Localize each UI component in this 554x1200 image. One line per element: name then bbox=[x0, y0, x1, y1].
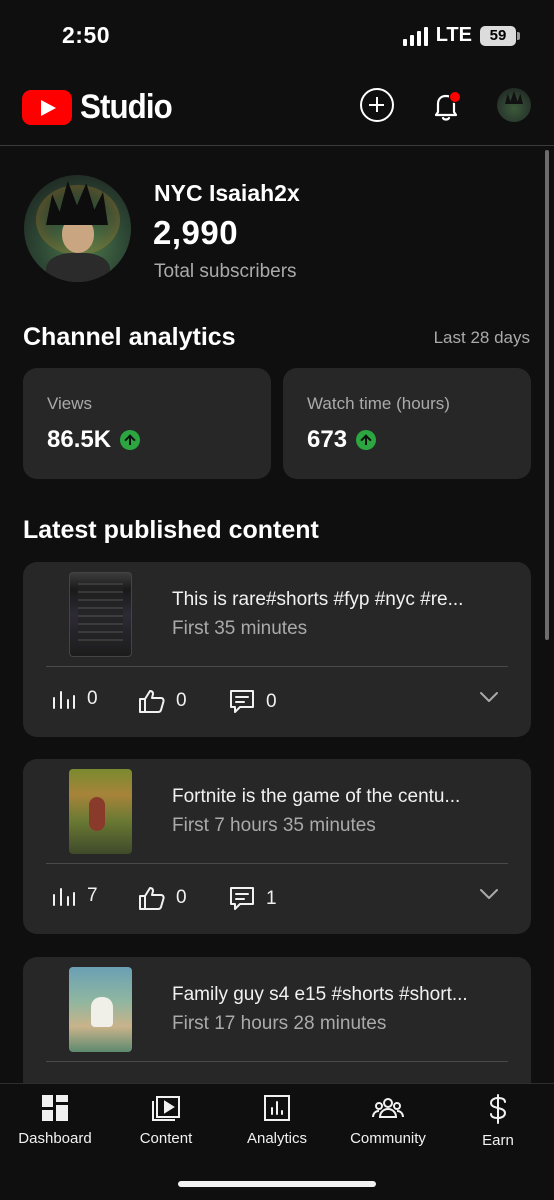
nav-label: Community bbox=[350, 1130, 426, 1147]
channel-avatar[interactable] bbox=[24, 175, 131, 282]
divider bbox=[46, 1061, 508, 1062]
comments-count: 1 bbox=[266, 888, 277, 909]
nav-label: Dashboard bbox=[18, 1130, 92, 1147]
video-title: This is rare#shorts #fyp #nyc #re... bbox=[172, 589, 464, 610]
thumbs-up-icon bbox=[139, 690, 165, 713]
subscriber-count: 2,990 bbox=[153, 214, 239, 251]
video-title: Fortnite is the game of the centu... bbox=[172, 786, 461, 807]
video-title: Family guy s4 e15 #shorts #short... bbox=[172, 984, 468, 1005]
signal-icon bbox=[402, 26, 428, 46]
comments-stat: 0 bbox=[228, 688, 277, 716]
analytics-range: Last 28 days bbox=[433, 328, 530, 347]
nav-label: Content bbox=[139, 1130, 193, 1147]
youtube-play-icon bbox=[22, 90, 72, 125]
nav-earn[interactable]: Earn bbox=[443, 1094, 553, 1149]
app-header: Studio bbox=[0, 74, 554, 146]
dollar-icon bbox=[489, 1094, 507, 1124]
comments-stat: 1 bbox=[228, 885, 277, 913]
battery-level: 59 bbox=[489, 27, 507, 44]
studio-logo[interactable]: Studio bbox=[22, 88, 180, 127]
metric-value: 86.5K bbox=[47, 426, 141, 454]
divider bbox=[46, 863, 508, 864]
content-card[interactable]: Fortnite is the game of the centu... Fir… bbox=[23, 759, 531, 934]
nav-label: Earn bbox=[482, 1132, 514, 1149]
likes-count: 0 bbox=[176, 887, 187, 908]
likes-stat: 0 bbox=[138, 885, 187, 911]
video-thumbnail[interactable] bbox=[69, 769, 132, 854]
scrollbar[interactable] bbox=[545, 150, 549, 640]
network-label: LTE bbox=[435, 24, 472, 46]
content-card[interactable]: This is rare#shorts #fyp #nyc #re... Fir… bbox=[23, 562, 531, 737]
bar-chart-icon bbox=[53, 691, 75, 709]
video-timeframe: First 35 minutes bbox=[172, 618, 308, 639]
views-stat: 0 bbox=[51, 688, 98, 710]
views-count: 7 bbox=[87, 885, 98, 906]
views-card[interactable]: Views 86.5K bbox=[23, 368, 271, 479]
nav-dashboard[interactable]: Dashboard bbox=[0, 1094, 110, 1147]
notification-dot bbox=[449, 91, 461, 103]
bar-chart-icon bbox=[53, 888, 75, 906]
logo-text: Studio bbox=[80, 88, 173, 126]
channel-name: NYC Isaiah2x bbox=[154, 180, 300, 206]
video-thumbnail[interactable] bbox=[69, 967, 132, 1052]
analytics-icon bbox=[264, 1095, 290, 1121]
metric-value: 673 bbox=[307, 426, 377, 454]
create-icon[interactable] bbox=[360, 88, 394, 122]
metric-label: Watch time (hours) bbox=[307, 394, 450, 413]
subscriber-label: Total subscribers bbox=[154, 261, 297, 282]
views-count: 0 bbox=[87, 688, 98, 709]
status-bar: 2:50 LTE 59 bbox=[0, 0, 554, 74]
divider bbox=[46, 666, 508, 667]
latest-content-title: Latest published content bbox=[23, 516, 319, 544]
nav-content[interactable]: Content bbox=[111, 1094, 221, 1147]
nav-label: Analytics bbox=[246, 1130, 308, 1147]
community-icon bbox=[372, 1098, 404, 1118]
comment-icon bbox=[230, 690, 254, 713]
views-stat: 7 bbox=[51, 885, 98, 907]
views-value: 86.5K bbox=[47, 426, 112, 453]
battery-icon: 59 bbox=[480, 25, 520, 46]
trend-up-icon bbox=[120, 430, 141, 450]
account-avatar[interactable] bbox=[497, 88, 531, 122]
status-time: 2:50 bbox=[62, 22, 111, 48]
video-timeframe: First 7 hours 35 minutes bbox=[172, 815, 376, 836]
video-timeframe: First 17 hours 28 minutes bbox=[172, 1013, 387, 1034]
status-indicators: LTE 59 bbox=[402, 24, 520, 47]
comments-count: 0 bbox=[266, 691, 277, 712]
likes-count: 0 bbox=[176, 690, 187, 711]
analytics-title: Channel analytics bbox=[23, 323, 236, 351]
nav-community[interactable]: Community bbox=[333, 1094, 443, 1147]
nav-analytics[interactable]: Analytics bbox=[222, 1094, 332, 1147]
chevron-down-icon[interactable] bbox=[479, 690, 499, 704]
home-indicator[interactable] bbox=[178, 1181, 376, 1187]
content-icon bbox=[152, 1096, 180, 1121]
thumbs-up-icon bbox=[139, 887, 165, 910]
metric-label: Views bbox=[47, 394, 93, 413]
video-thumbnail[interactable] bbox=[69, 572, 132, 657]
likes-stat: 0 bbox=[138, 688, 187, 714]
watch-time-value: 673 bbox=[307, 426, 348, 453]
watch-time-card[interactable]: Watch time (hours) 673 bbox=[283, 368, 531, 479]
comment-icon bbox=[230, 887, 254, 910]
dashboard-icon bbox=[42, 1095, 68, 1121]
trend-up-icon bbox=[356, 430, 377, 450]
screen: 2:50 LTE 59 Studio NYC Isaiah2x 2,990 To… bbox=[0, 0, 554, 1200]
chevron-down-icon[interactable] bbox=[479, 887, 499, 901]
